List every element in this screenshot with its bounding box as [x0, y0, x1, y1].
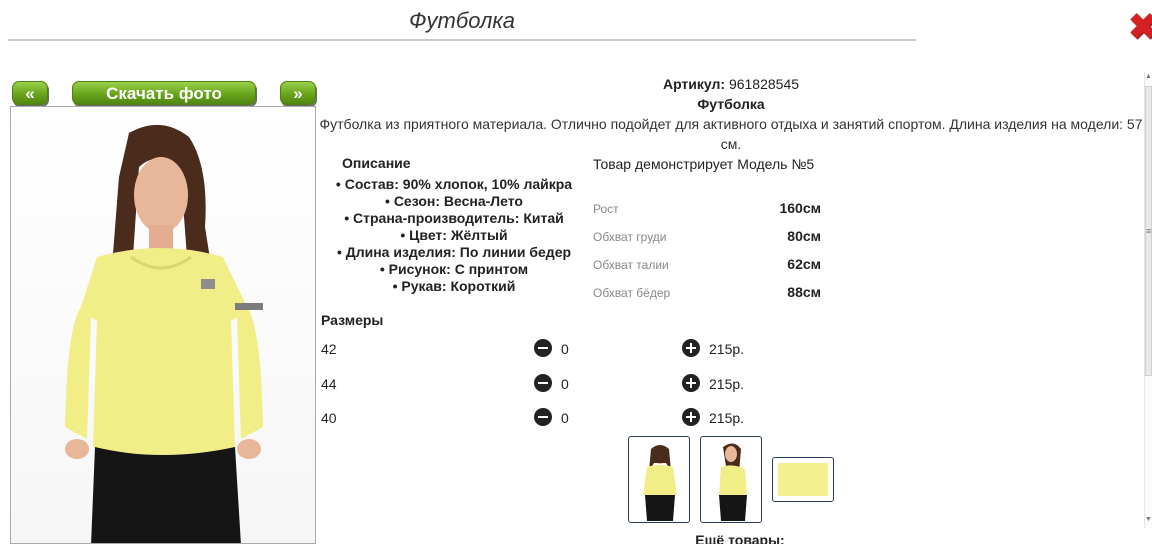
measurement-value: 88см [787, 284, 821, 300]
thumbnail-color-swatch[interactable] [772, 457, 834, 502]
product-name: Футболка [697, 96, 765, 112]
quantity-value: 0 [561, 341, 569, 357]
measurement-row: Рост 160см [593, 200, 821, 218]
size-price: 215р. [709, 410, 745, 426]
product-quickview: Футболка ✖ « Скачать фото » Артикул: 961… [0, 0, 1152, 544]
thumbnail-side-image [719, 443, 747, 521]
size-label: 44 [321, 376, 337, 392]
product-photo [10, 106, 316, 544]
measurement-label: Рост [593, 202, 619, 216]
article-value: 961828545 [728, 76, 800, 92]
prev-photo-button[interactable]: « [12, 81, 48, 105]
size-price: 215р. [709, 376, 745, 392]
attribute-item: • Рисунок: С принтом [379, 261, 529, 277]
measurement-row: Обхват бёдер 88см [593, 284, 821, 302]
more-products-title: Ещё товары: [695, 532, 785, 544]
measurement-label: Обхват талии [593, 258, 669, 272]
scroll-grip-icon: ≡ [1146, 226, 1152, 236]
measurement-value: 80см [787, 228, 821, 244]
measurement-label: Обхват груди [593, 230, 667, 244]
attribute-item: • Состав: 90% хлопок, 10% лайкра [335, 176, 573, 192]
attribute-item: • Сезон: Весна-Лето [385, 193, 523, 209]
minus-icon[interactable] [534, 374, 552, 392]
quantity-value: 0 [561, 376, 569, 392]
size-price: 215р. [709, 341, 745, 357]
thumbnail-front[interactable] [628, 436, 690, 523]
scroll-down-arrow-icon[interactable]: ▼ [1145, 516, 1152, 523]
plus-icon[interactable] [682, 339, 700, 357]
size-label: 40 [321, 410, 337, 426]
next-photo-button[interactable]: » [280, 81, 316, 105]
scroll-up-arrow-icon[interactable]: ▲ [1145, 73, 1152, 80]
plus-icon[interactable] [682, 408, 700, 426]
article-line: Артикул: 961828545 [316, 76, 1146, 92]
size-row: 44 0 215р. [321, 374, 761, 394]
attribute-list: • Состав: 90% хлопок, 10% лайкра • Сезон… [316, 176, 592, 295]
measurement-row: Обхват талии 62см [593, 256, 821, 274]
attribute-item: • Страна-производитель: Китай [344, 210, 564, 226]
thumbnail-front-image [643, 445, 677, 521]
article-label: Артикул: [662, 76, 726, 92]
size-label: 42 [321, 341, 337, 357]
plus-icon[interactable] [682, 374, 700, 392]
measurement-value: 160см [779, 200, 821, 216]
sizes-title: Размеры [321, 312, 384, 328]
measurement-label: Обхват бёдер [593, 286, 671, 300]
size-row: 40 0 215р. [321, 408, 761, 428]
page-title: Футболка [409, 8, 515, 33]
minus-icon[interactable] [534, 339, 552, 357]
model-photo-illustration [65, 124, 263, 543]
title-divider [8, 39, 916, 41]
minus-icon[interactable] [534, 408, 552, 426]
attributes-title: Описание [342, 155, 411, 171]
product-description: Футболка из приятного материала. Отлично… [319, 116, 1143, 152]
attribute-item: • Цвет: Жёлтый [400, 227, 508, 243]
measurement-row: Обхват груди 80см [593, 228, 821, 246]
download-photo-button[interactable]: Скачать фото [72, 81, 256, 105]
attribute-item: • Рукав: Короткий [392, 278, 516, 294]
model-title: Товар демонстрирует Модель №5 [593, 156, 815, 172]
color-swatch [778, 463, 828, 496]
attribute-item: • Длина изделия: По линии бедер [336, 244, 572, 260]
close-x-icon[interactable]: ✖ [1128, 9, 1152, 45]
thumbnail-side[interactable] [700, 436, 762, 523]
size-row: 42 0 215р. [321, 339, 761, 359]
quantity-value: 0 [561, 410, 569, 426]
measurement-value: 62см [787, 256, 821, 272]
